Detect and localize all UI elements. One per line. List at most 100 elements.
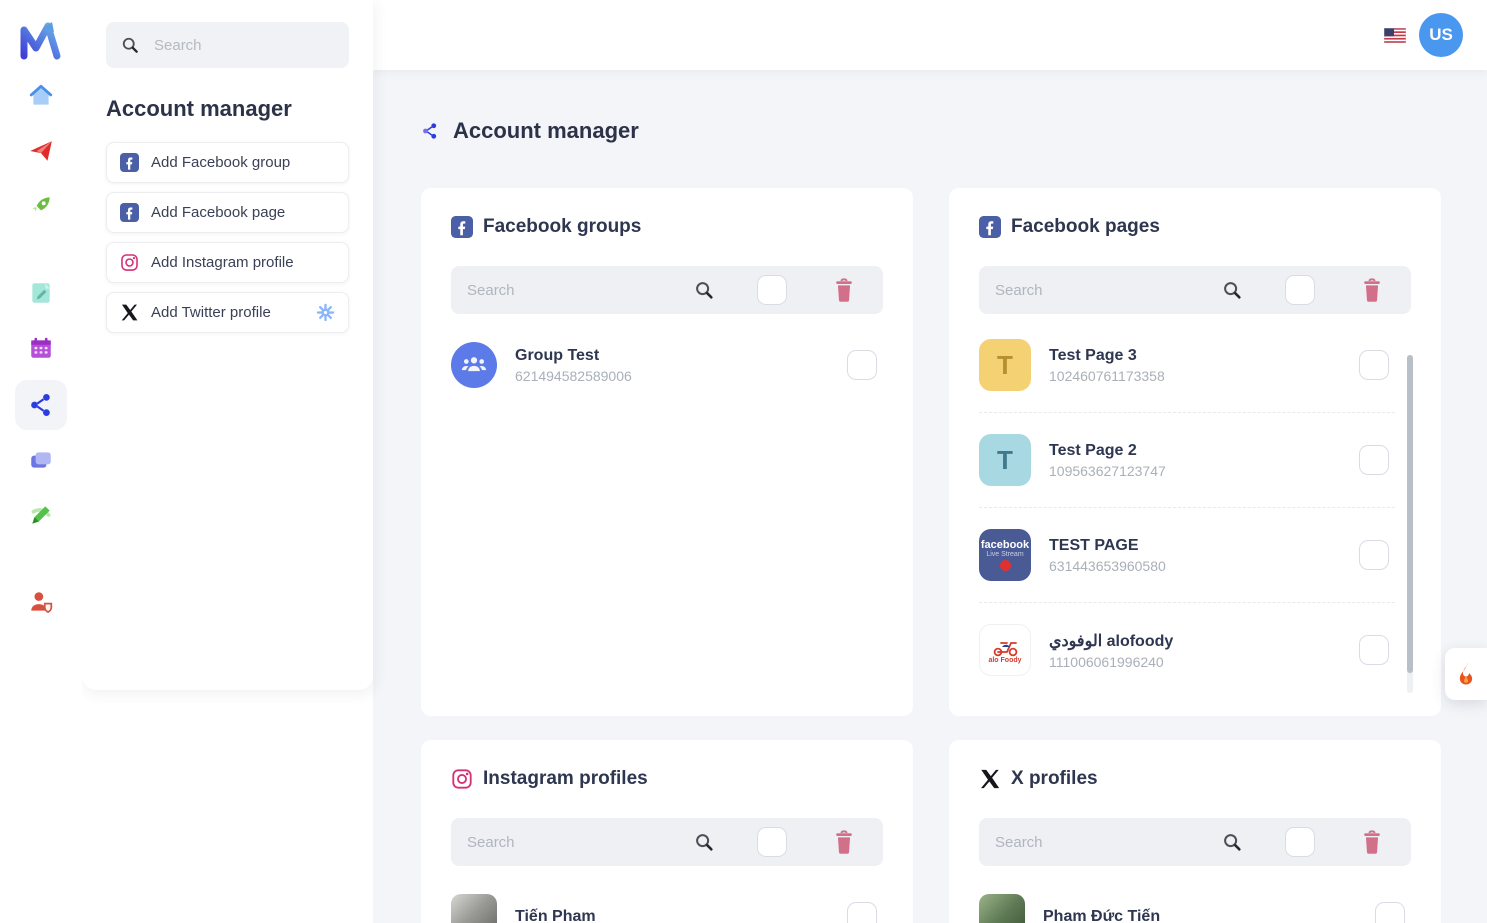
list-item: Group Test 621494582589006	[451, 342, 883, 388]
instagram-icon	[120, 253, 139, 272]
trash-icon[interactable]	[1361, 278, 1383, 302]
facebook-pages-title: Facebook pages	[979, 216, 1411, 238]
facebook-groups-search-input[interactable]	[467, 282, 685, 299]
pencil-icon	[28, 502, 54, 528]
facebook-pages-list: T Test Page 3 102460761173358 T Test Pag…	[979, 318, 1411, 697]
item-id: 109563627123747	[1049, 463, 1166, 479]
scrollbar-thumb[interactable]	[1407, 355, 1413, 673]
record-dot-icon	[1000, 560, 1011, 571]
instagram-profiles-searchbar	[451, 818, 883, 866]
item-texts: Group Test 621494582589006	[515, 347, 632, 384]
facebook-icon	[451, 216, 473, 238]
item-id: 631443653960580	[1049, 558, 1166, 574]
facebook-groups-searchbar	[451, 266, 883, 314]
gear-icon[interactable]	[316, 303, 335, 322]
flame-floating-button[interactable]	[1445, 648, 1487, 700]
page-avatar: facebook Live Stream	[979, 529, 1031, 581]
notes-icon	[28, 280, 54, 306]
us-flag-icon[interactable]	[1384, 28, 1406, 43]
facebook-groups-select-all-checkbox[interactable]	[757, 275, 787, 305]
item-name: Test Page 3	[1049, 347, 1165, 365]
panel-title-label: X profiles	[1011, 768, 1098, 790]
item-texts: TEST PAGE 631443653960580	[1049, 537, 1166, 574]
sidebar-item-posts[interactable]	[15, 268, 67, 318]
item-texts: Test Page 3 102460761173358	[1049, 347, 1165, 384]
item-id: 621494582589006	[515, 368, 632, 384]
list-item: facebook Live Stream TEST PAGE 631443653…	[979, 508, 1395, 603]
trash-icon[interactable]	[833, 278, 855, 302]
trash-icon[interactable]	[833, 830, 855, 854]
sidebar-item-home[interactable]	[15, 71, 67, 121]
x-profiles-search-input[interactable]	[995, 834, 1213, 851]
search-icon[interactable]	[1221, 279, 1243, 301]
x-profiles-panel: X profiles	[949, 740, 1441, 923]
item-checkbox[interactable]	[1359, 445, 1389, 475]
share-icon	[421, 122, 439, 140]
page-header: Account manager	[421, 118, 1441, 144]
item-name: Pham Đức Tiến	[1043, 908, 1160, 923]
item-name: Tiến Pham	[515, 908, 596, 923]
share-icon	[28, 392, 54, 418]
facebook-groups-title: Facebook groups	[451, 216, 883, 238]
sidebar-item-editor[interactable]	[15, 490, 67, 540]
profile-photo-avatar	[451, 894, 497, 923]
sidebar-search-input[interactable]	[154, 37, 335, 54]
avatar-caption: Live Stream	[986, 551, 1023, 558]
sidebar-item-boost[interactable]	[15, 181, 67, 231]
search-icon[interactable]	[693, 831, 715, 853]
add-facebook-page-button[interactable]: Add Facebook page	[106, 192, 349, 233]
sidebar-item-library[interactable]	[15, 435, 67, 485]
x-logo-icon	[979, 768, 1001, 790]
instagram-profiles-list: Tiến Pham	[451, 894, 883, 923]
instagram-profiles-title: Instagram profiles	[451, 768, 883, 790]
add-instagram-profile-label: Add Instagram profile	[151, 254, 294, 271]
page-content: Account manager Facebook groups	[373, 70, 1487, 923]
add-twitter-profile-button[interactable]: Add Twitter profile	[106, 292, 349, 333]
item-checkbox[interactable]	[1375, 902, 1405, 923]
profile-photo-avatar	[979, 894, 1025, 923]
x-profiles-title: X profiles	[979, 768, 1411, 790]
facebook-pages-panel: Facebook pages	[949, 188, 1441, 716]
sidebar-title: Account manager	[106, 96, 349, 122]
avatar-caption: facebook	[981, 539, 1029, 551]
item-checkbox[interactable]	[1359, 635, 1389, 665]
folders-icon	[28, 447, 54, 473]
item-checkbox[interactable]	[847, 350, 877, 380]
search-icon[interactable]	[693, 279, 715, 301]
sidebar-item-roles[interactable]	[15, 577, 67, 627]
calendar-icon	[28, 335, 54, 361]
sidebar: Account manager Add Facebook group Add F…	[82, 0, 373, 690]
item-checkbox[interactable]	[1359, 350, 1389, 380]
sidebar-item-account-manager[interactable]	[15, 380, 67, 430]
item-checkbox[interactable]	[847, 902, 877, 923]
x-profiles-searchbar	[979, 818, 1411, 866]
instagram-profiles-select-all-checkbox[interactable]	[757, 827, 787, 857]
app-root: Account manager Add Facebook group Add F…	[0, 0, 1487, 923]
page-avatar: T	[979, 339, 1031, 391]
list-item: T Test Page 2 109563627123747	[979, 413, 1395, 508]
sidebar-item-publish[interactable]	[15, 126, 67, 176]
facebook-pages-select-all-checkbox[interactable]	[1285, 275, 1315, 305]
search-icon	[120, 35, 140, 55]
item-checkbox[interactable]	[1359, 540, 1389, 570]
group-avatar	[451, 342, 497, 388]
panels-grid: Facebook groups	[421, 188, 1441, 923]
item-id: 102460761173358	[1049, 368, 1165, 384]
app-logo[interactable]	[14, 12, 68, 66]
facebook-pages-search-input[interactable]	[995, 282, 1213, 299]
add-instagram-profile-button[interactable]: Add Instagram profile	[106, 242, 349, 283]
sidebar-item-calendar[interactable]	[15, 323, 67, 373]
paper-plane-icon	[28, 138, 54, 164]
item-name: TEST PAGE	[1049, 537, 1166, 555]
x-profiles-list: Pham Đức Tiến	[979, 894, 1411, 923]
x-profiles-select-all-checkbox[interactable]	[1285, 827, 1315, 857]
item-id: 111006061996240	[1049, 654, 1173, 670]
instagram-profiles-search-input[interactable]	[467, 834, 685, 851]
logo-m-icon	[14, 12, 68, 66]
add-facebook-group-button[interactable]: Add Facebook group	[106, 142, 349, 183]
facebook-icon	[120, 153, 139, 172]
user-avatar[interactable]: US	[1419, 13, 1463, 57]
search-icon[interactable]	[1221, 831, 1243, 853]
trash-icon[interactable]	[1361, 830, 1383, 854]
user-shield-icon	[28, 589, 54, 615]
